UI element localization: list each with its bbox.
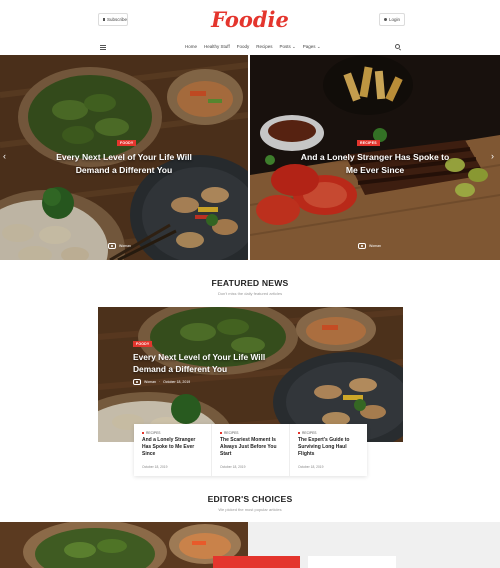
category-badge[interactable]: FOODY: [117, 140, 137, 146]
meta-separator: ·: [159, 380, 161, 384]
featured-date: October 18, 2019: [163, 380, 191, 384]
card-date: October 18, 2019: [142, 465, 168, 469]
nav-item-pages[interactable]: Pages ⌄: [303, 44, 321, 50]
nav-item-healthy-stuff[interactable]: Healthy Stuff: [204, 44, 230, 50]
slider-next-arrow-icon[interactable]: ›: [491, 151, 494, 161]
section-subtitle: We picked the most popular articles: [218, 507, 282, 512]
hero-author[interactable]: Woman: [358, 243, 381, 249]
section-subtitle: Don't miss the daily featured articles: [217, 291, 283, 296]
section-title: EDITOR'S CHOICES: [207, 494, 293, 504]
editor-card-accent[interactable]: [213, 556, 300, 568]
list-item[interactable]: RECIPES The Expert's Guide to Surviving …: [290, 424, 367, 476]
card-title[interactable]: And a Lonely Stranger Has Spoke to Me Ev…: [142, 437, 203, 458]
card-date: October 18, 2019: [298, 465, 324, 469]
author-avatar-icon: [108, 243, 116, 249]
card-category[interactable]: RECIPES: [220, 431, 281, 435]
site-logo[interactable]: Foodie: [0, 7, 500, 32]
nav-links: Home Healthy Stuff Foody Recipes Posts ⌄…: [185, 44, 321, 50]
featured-author[interactable]: Woman: [144, 380, 156, 384]
card-category[interactable]: RECIPES: [298, 431, 359, 435]
hero-slider: FOODY Every Next Level of Your Life Will…: [0, 55, 500, 260]
slider-prev-arrow-icon[interactable]: ‹: [3, 151, 6, 161]
card-date: October 18, 2019: [220, 465, 246, 469]
card-title[interactable]: The Scariest Moment Is Always Just Befor…: [220, 437, 281, 458]
hero-slide-title[interactable]: Every Next Level of Your Life Will Deman…: [0, 151, 248, 177]
editor-card[interactable]: [308, 556, 396, 568]
author-avatar-icon: [358, 243, 366, 249]
editor-post-image[interactable]: [0, 522, 248, 568]
dumplings-image: [0, 522, 248, 568]
list-item[interactable]: RECIPES The Scariest Moment Is Always Ju…: [212, 424, 290, 476]
top-bar: Subscribe Foodie Login: [0, 0, 500, 40]
login-button[interactable]: Login: [379, 13, 405, 26]
login-label: Login: [388, 17, 400, 22]
featured-title[interactable]: Every Next Level of Your Life Will Deman…: [133, 351, 283, 375]
nav-item-posts[interactable]: Posts ⌄: [279, 44, 295, 50]
nav-item-foody[interactable]: Foody: [237, 44, 250, 50]
chevron-down-icon: ⌄: [292, 44, 296, 49]
nav-item-home[interactable]: Home: [185, 44, 197, 50]
menu-icon[interactable]: [100, 45, 106, 50]
list-item[interactable]: RECIPES And a Lonely Stranger Has Spoke …: [134, 424, 212, 476]
category-badge[interactable]: FOODY: [133, 341, 153, 347]
hero-author[interactable]: Woman: [108, 243, 131, 249]
card-title[interactable]: The Expert's Guide to Surviving Long Hau…: [298, 437, 359, 458]
featured-cards: RECIPES And a Lonely Stranger Has Spoke …: [134, 424, 367, 476]
user-icon: [384, 18, 387, 21]
card-category[interactable]: RECIPES: [142, 431, 203, 435]
search-icon[interactable]: [395, 44, 400, 49]
main-nav: Home Healthy Stuff Foody Recipes Posts ⌄…: [0, 40, 500, 55]
featured-meta: Woman · October 18, 2019: [133, 379, 190, 385]
hero-slide[interactable]: RECIPES And a Lonely Stranger Has Spoke …: [250, 55, 500, 260]
author-avatar-icon: [133, 379, 141, 385]
section-title: FEATURED NEWS: [211, 278, 289, 288]
featured-post[interactable]: FOODY Every Next Level of Your Life Will…: [98, 307, 403, 442]
hero-slide[interactable]: FOODY Every Next Level of Your Life Will…: [0, 55, 248, 260]
category-badge[interactable]: RECIPES: [357, 140, 380, 146]
chevron-down-icon: ⌄: [316, 44, 321, 49]
nav-item-recipes[interactable]: Recipes: [256, 44, 272, 50]
hero-slide-title[interactable]: And a Lonely Stranger Has Spoke to Me Ev…: [250, 151, 500, 177]
